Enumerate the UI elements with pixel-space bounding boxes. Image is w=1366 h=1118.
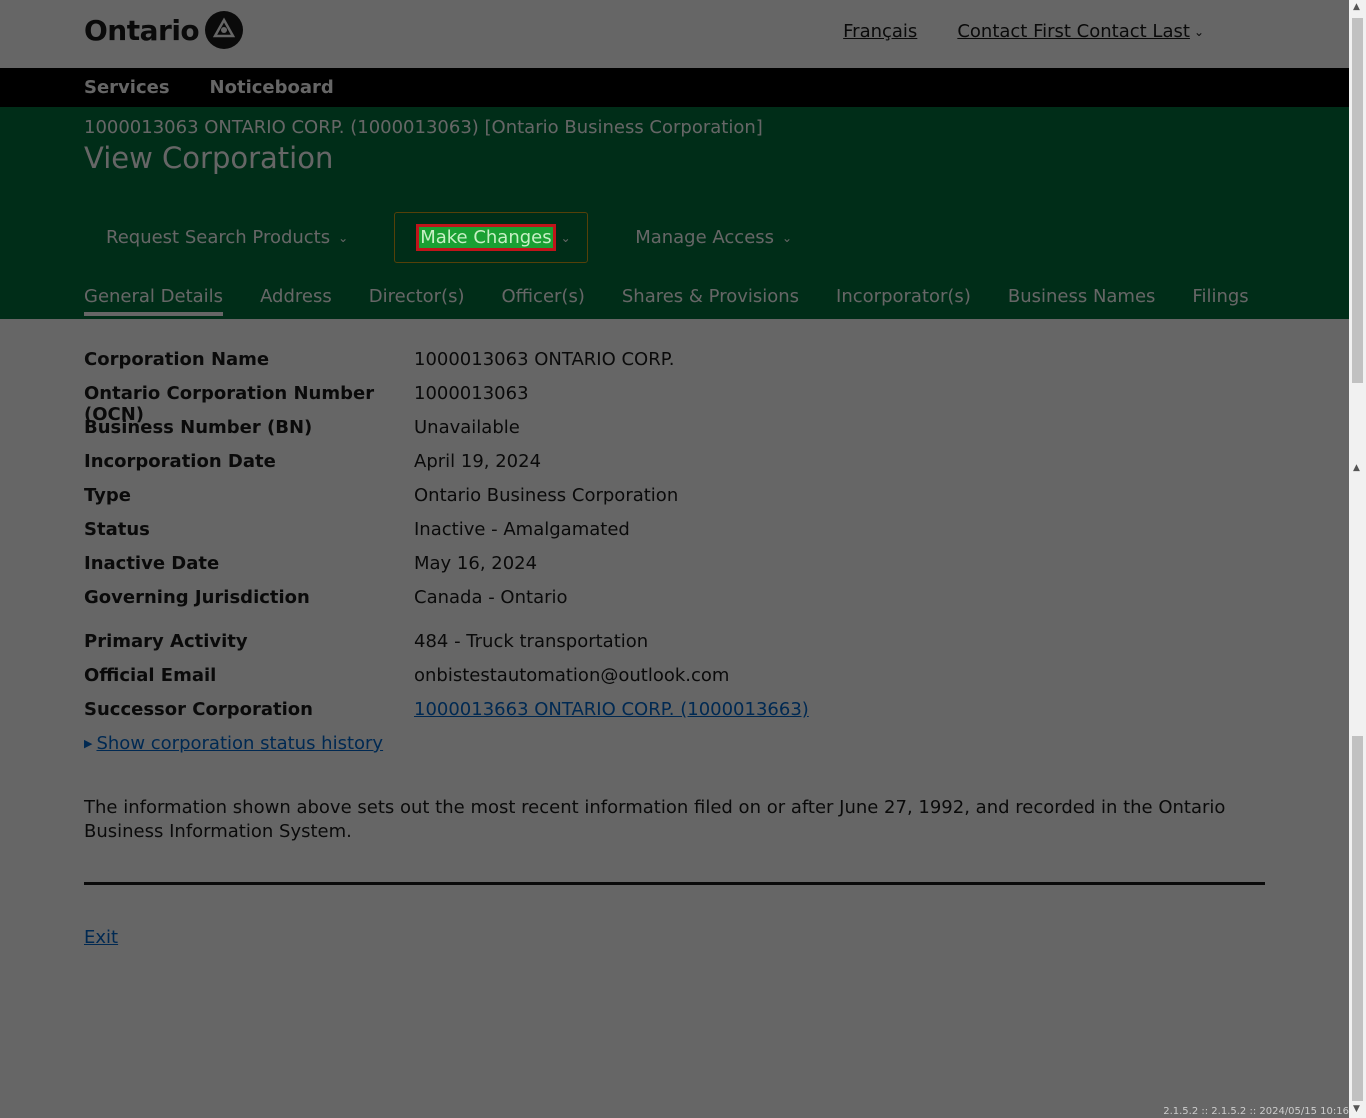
tab-bar: General Details Address Director(s) Offi… xyxy=(84,286,1249,316)
request-search-label: Request Search Products xyxy=(106,227,331,248)
detail-label: Official Email xyxy=(84,665,217,686)
corporation-details: Corporation Name 1000013063 ONTARIO CORP.… xyxy=(84,349,809,754)
version-text: 2.1.5.2 :: 2.1.5.2 :: 2024/05/15 10:16 xyxy=(1163,1106,1349,1117)
successor-corporation-link[interactable]: 1000013663 ONTARIO CORP. (1000013663) xyxy=(414,699,809,720)
ontario-logo[interactable]: Ontario xyxy=(84,11,244,49)
detail-label: Corporation Name xyxy=(84,349,270,370)
detail-value: 484 - Truck transportation xyxy=(414,631,649,652)
detail-value: May 16, 2024 xyxy=(414,553,538,574)
status-history-toggle[interactable]: ▶ Show corporation status history xyxy=(84,733,809,754)
exit-link[interactable]: Exit xyxy=(84,927,118,948)
logo-text: Ontario xyxy=(84,13,200,47)
request-search-products-menu[interactable]: Request Search Products ⌄ xyxy=(106,227,348,248)
detail-label: Governing Jurisdiction xyxy=(84,587,310,608)
detail-label: Incorporation Date xyxy=(84,451,276,472)
chevron-down-icon: ⌄ xyxy=(560,230,571,245)
chevron-down-icon: ⌄ xyxy=(1193,25,1204,39)
make-changes-label: Make Changes xyxy=(416,224,556,251)
detail-label: Successor Corporation xyxy=(84,699,313,720)
tab-filings[interactable]: Filings xyxy=(1192,286,1248,316)
detail-label: Status xyxy=(84,519,150,540)
scroll-up-icon[interactable]: ▲ xyxy=(1353,463,1360,473)
detail-label: Inactive Date xyxy=(84,553,220,574)
user-menu-label: Contact First Contact Last xyxy=(957,21,1190,42)
trillium-icon xyxy=(205,11,244,49)
chevron-down-icon: ⌄ xyxy=(782,230,793,245)
status-history-link[interactable]: Show corporation status history xyxy=(96,733,383,754)
nav-services[interactable]: Services xyxy=(84,77,170,98)
information-note: The information shown above sets out the… xyxy=(84,797,1226,842)
divider xyxy=(84,882,1265,885)
detail-label: Type xyxy=(84,485,131,506)
scrollbar-thumb[interactable] xyxy=(1352,736,1363,1101)
tab-address[interactable]: Address xyxy=(260,286,332,316)
page-title: View Corporation xyxy=(84,141,334,175)
detail-value: Unavailable xyxy=(414,417,520,438)
detail-value: Canada - Ontario xyxy=(414,587,568,608)
caret-right-icon: ▶ xyxy=(84,737,93,750)
corporation-subtitle: 1000013063 ONTARIO CORP. (1000013063) [O… xyxy=(84,117,763,138)
nav-noticeboard[interactable]: Noticeboard xyxy=(210,77,334,98)
user-menu[interactable]: Contact First Contact Last ⌄ xyxy=(957,21,1204,42)
tab-directors[interactable]: Director(s) xyxy=(369,286,465,316)
detail-value: Ontario Business Corporation xyxy=(414,485,679,506)
detail-label: Business Number (BN) xyxy=(84,417,313,438)
detail-value: Inactive - Amalgamated xyxy=(414,519,630,540)
manage-access-label: Manage Access xyxy=(635,227,775,248)
tab-business-names[interactable]: Business Names xyxy=(1008,286,1156,316)
detail-value: 1000013063 ONTARIO CORP. xyxy=(414,349,675,370)
francais-link[interactable]: Français xyxy=(843,21,917,42)
detail-value: 1000013063 xyxy=(414,383,529,404)
chevron-down-icon: ⌄ xyxy=(338,230,349,245)
tab-incorporators[interactable]: Incorporator(s) xyxy=(836,286,971,316)
corporation-banner: 1000013063 ONTARIO CORP. (1000013063) [O… xyxy=(0,107,1349,319)
detail-value: onbistestautomation@outlook.com xyxy=(414,665,730,686)
page: Ontario Français Contact First Contact L… xyxy=(0,0,1349,1118)
main-nav: Services Noticeboard xyxy=(0,68,1349,107)
header: Ontario Français Contact First Contact L… xyxy=(0,0,1349,68)
tab-general-details[interactable]: General Details xyxy=(84,286,224,316)
make-changes-menu[interactable]: Make Changes ⌄ xyxy=(394,212,589,263)
tab-shares-provisions[interactable]: Shares & Provisions xyxy=(622,286,799,316)
manage-access-menu[interactable]: Manage Access ⌄ xyxy=(635,227,792,248)
detail-label: Primary Activity xyxy=(84,631,248,652)
scroll-down-icon[interactable]: ▼ xyxy=(1353,1104,1360,1114)
scrollbar-thumb[interactable] xyxy=(1352,18,1363,383)
tab-officers[interactable]: Officer(s) xyxy=(501,286,584,316)
scroll-up-icon[interactable]: ▲ xyxy=(1353,2,1360,12)
vertical-scrollbar[interactable]: ▲ ▲ ▼ xyxy=(1349,0,1366,1118)
detail-value: April 19, 2024 xyxy=(414,451,542,472)
